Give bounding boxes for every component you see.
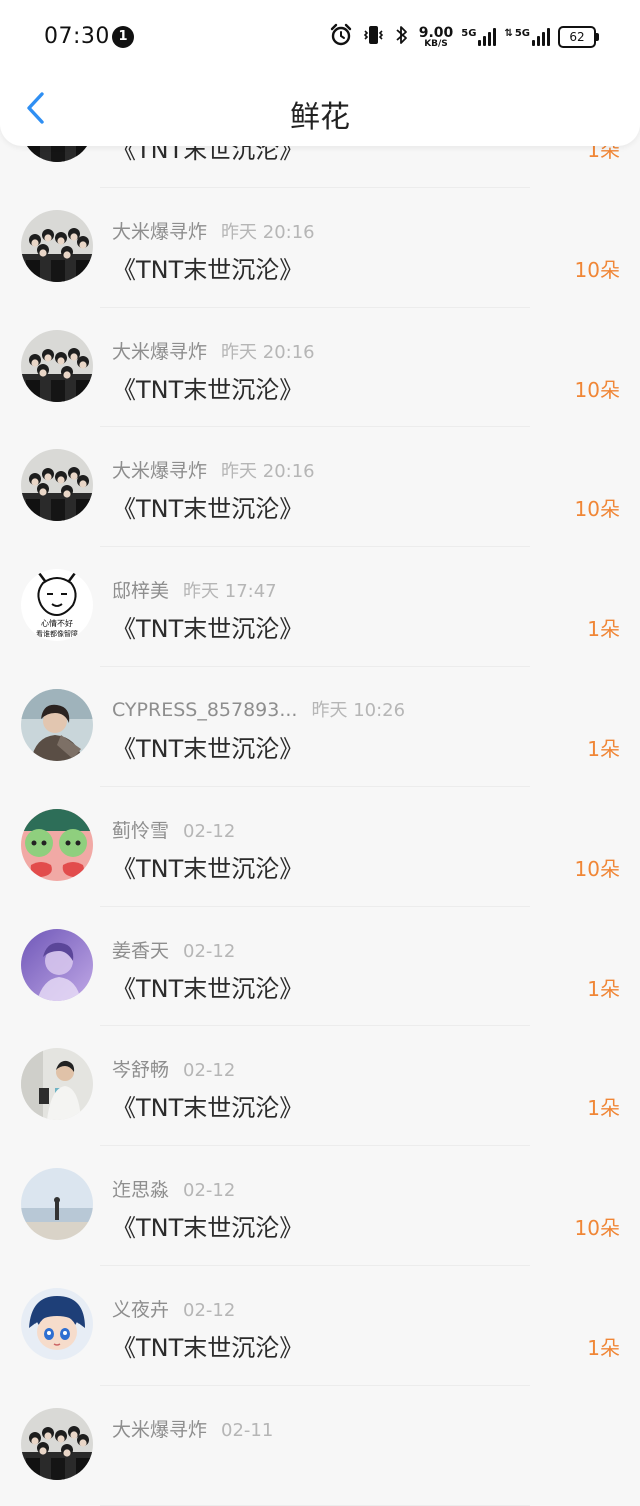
- network-speed: 9.00 KB/S: [418, 24, 454, 49]
- sender-name: 大米爆寻炸 02-11: [112, 1415, 273, 1442]
- avatar[interactable]: [21, 1287, 93, 1360]
- status-bar: 07:30 1 9.00 KB/S 5G ⇅ 5G 62: [0, 0, 640, 72]
- book-title: 《TNT末世沉沦》: [112, 1094, 304, 1123]
- page-title: 鲜花: [290, 100, 350, 135]
- flower-count: 10朵: [574, 257, 620, 282]
- flower-count: 10朵: [574, 497, 620, 522]
- flower-count: 1朵: [587, 976, 620, 1001]
- gift-time: 02-11: [221, 1419, 274, 1441]
- avatar[interactable]: [21, 449, 93, 522]
- list-item[interactable]: 大米爆寻炸 昨天 20:16 《TNT末世沉沦》 10朵: [0, 427, 640, 548]
- book-title: 《TNT末世沉沦》: [112, 974, 304, 1003]
- sender-name: 大米爆寻炸 昨天 20:16: [112, 217, 315, 244]
- book-title: 《TNT末世沉沦》: [112, 734, 304, 763]
- avatar[interactable]: 心情不好 看谁都像智障: [21, 569, 93, 642]
- nav-header: 鲜花: [0, 72, 640, 146]
- divider: [100, 1504, 530, 1506]
- list-item[interactable]: 岑舒畅 02-12 《TNT末世沉沦》 1朵: [0, 1026, 640, 1147]
- avatar[interactable]: [21, 1168, 93, 1241]
- book-title: 《TNT末世沉沦》: [112, 375, 304, 404]
- sender-name-text: CYPRESS_857893...: [112, 698, 298, 721]
- flower-count: 1朵: [587, 617, 620, 642]
- signal-5g-2: ⇅ 5G: [504, 28, 550, 46]
- alarm-icon: [329, 23, 353, 51]
- book-title: 《TNT末世沉沦》: [112, 1333, 304, 1362]
- sender-name: 姜香天 02-12: [112, 936, 235, 963]
- flower-gift-list: 《TNT末世沉沦》 1朵 大米爆寻炸 昨天 20:16 《TNT末世沉沦》 10朵: [0, 68, 640, 1506]
- battery-indicator: 62: [558, 26, 599, 48]
- book-title: 《TNT末世沉沦》: [112, 854, 304, 883]
- gift-time: 昨天 10:26: [311, 699, 406, 721]
- sender-name-text: 邸梓美: [112, 580, 170, 603]
- status-icons: 9.00 KB/S 5G ⇅ 5G 62: [329, 22, 599, 52]
- top-bar: 07:30 1 9.00 KB/S 5G ⇅ 5G 62 鲜花: [0, 0, 640, 146]
- avatar-caption: 心情不好: [41, 618, 73, 628]
- sender-name: 义夜卉 02-12: [112, 1295, 235, 1322]
- list-item[interactable]: 大米爆寻炸 02-11: [0, 1386, 640, 1506]
- gift-time: 02-12: [183, 1180, 236, 1202]
- data-arrows-icon: ⇅: [504, 28, 513, 39]
- list-item[interactable]: 义夜卉 02-12 《TNT末世沉沦》 1朵: [0, 1266, 640, 1386]
- gift-time: 02-12: [183, 820, 236, 842]
- notification-badge: 1: [112, 26, 134, 48]
- gift-time: 02-12: [183, 1299, 236, 1321]
- list-item[interactable]: 迮思淼 02-12 《TNT末世沉沦》 10朵: [0, 1146, 640, 1266]
- gift-time: 昨天 20:16: [221, 461, 315, 483]
- sender-name-text: 大米爆寻炸: [112, 220, 208, 243]
- avatar[interactable]: [21, 1048, 93, 1121]
- sender-name-text: 大米爆寻炸: [112, 1418, 208, 1441]
- book-title: 《TNT末世沉沦》: [112, 1214, 304, 1243]
- flower-count: 1朵: [587, 1096, 620, 1121]
- avatar[interactable]: [21, 209, 93, 282]
- status-time: 07:30: [44, 24, 110, 49]
- book-title: 《TNT末世沉沦》: [112, 255, 304, 284]
- sender-name-text: 蓟怜雪: [112, 819, 170, 842]
- gift-time: 昨天 20:16: [221, 341, 315, 363]
- list-item[interactable]: 心情不好 看谁都像智障 邸梓美 昨天 17:47 《TNT末世沉沦》 1朵: [0, 547, 640, 667]
- book-title: 《TNT末世沉沦》: [112, 615, 304, 644]
- sender-name: 大米爆寻炸 昨天 20:16: [112, 337, 315, 364]
- list-item[interactable]: 大米爆寻炸 昨天 20:16 《TNT末世沉沦》 10朵: [0, 308, 640, 428]
- sender-name: 邸梓美 昨天 17:47: [112, 576, 277, 603]
- sender-name-text: 岑舒畅: [112, 1059, 170, 1082]
- signal-bars-icon: [478, 28, 497, 46]
- gift-time: 昨天 20:16: [221, 221, 315, 243]
- sender-name-text: 大米爆寻炸: [112, 340, 208, 363]
- avatar[interactable]: [21, 808, 93, 881]
- flower-count: 1朵: [587, 1335, 620, 1360]
- bluetooth-icon: [393, 23, 411, 51]
- sender-name: CYPRESS_857893... 昨天 10:26: [112, 696, 405, 722]
- avatar[interactable]: [21, 688, 93, 761]
- sender-name-text: 大米爆寻炸: [112, 460, 208, 483]
- gift-time: 昨天 17:47: [183, 581, 277, 603]
- avatar-caption: 看谁都像智障: [36, 629, 78, 638]
- book-title: 《TNT末世沉沦》: [112, 495, 304, 524]
- signal-5g-1: 5G: [461, 28, 497, 46]
- gift-time: 02-12: [183, 940, 236, 962]
- list-item[interactable]: 蓟怜雪 02-12 《TNT末世沉沦》 10朵: [0, 787, 640, 907]
- list-item[interactable]: 大米爆寻炸 昨天 20:16 《TNT末世沉沦》 10朵: [0, 188, 640, 308]
- list-item[interactable]: 姜香天 02-12 《TNT末世沉沦》 1朵: [0, 907, 640, 1027]
- sender-name: 蓟怜雪 02-12: [112, 816, 235, 843]
- sender-name-text: 义夜卉: [112, 1298, 170, 1321]
- flower-count: 10朵: [574, 856, 620, 881]
- avatar[interactable]: [21, 329, 93, 402]
- sender-name: 大米爆寻炸 昨天 20:16: [112, 456, 315, 483]
- avatar[interactable]: [21, 1407, 93, 1480]
- flower-count: 10朵: [574, 1216, 620, 1241]
- sender-name-text: 迮思淼: [112, 1179, 170, 1202]
- avatar[interactable]: [21, 928, 93, 1001]
- list-item[interactable]: CYPRESS_857893... 昨天 10:26 《TNT末世沉沦》 1朵: [0, 667, 640, 787]
- sender-name-text: 姜香天: [112, 939, 170, 962]
- vibrate-icon: [361, 23, 385, 51]
- flower-count: 10朵: [574, 377, 620, 402]
- gift-time: 02-12: [183, 1060, 236, 1082]
- flower-count: 1朵: [587, 736, 620, 761]
- signal-bars-icon: [532, 28, 550, 46]
- sender-name: 岑舒畅 02-12: [112, 1055, 235, 1082]
- sender-name: 迮思淼 02-12: [112, 1175, 235, 1202]
